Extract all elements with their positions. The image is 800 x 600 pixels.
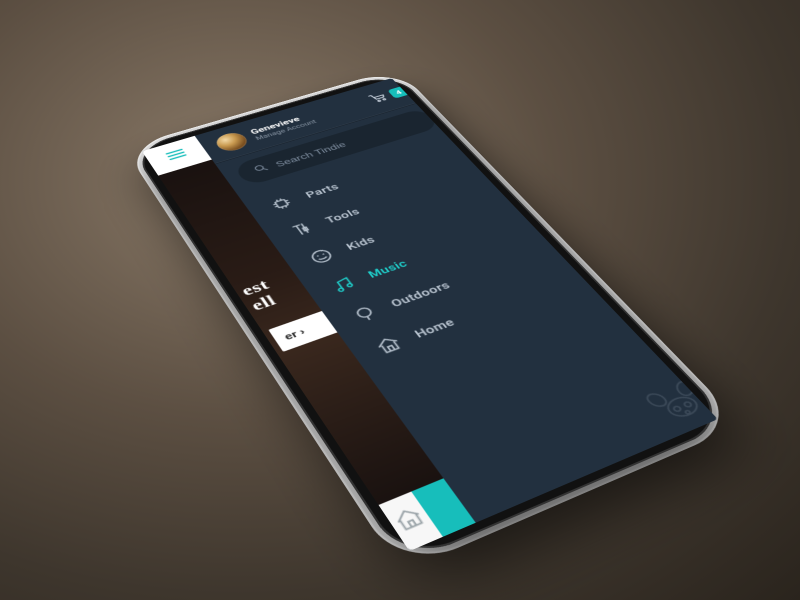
category-label: Parts (303, 181, 341, 200)
hero-cta-label: er › (282, 326, 307, 342)
mascot-icon (639, 376, 718, 433)
music-icon (325, 273, 361, 297)
screen: est ell er › (142, 78, 718, 551)
hero-cta-button[interactable]: er › (268, 310, 339, 351)
avatar[interactable] (212, 130, 251, 154)
search-icon (251, 163, 271, 177)
category-label: Music (365, 258, 410, 281)
category-label: Tools (323, 206, 362, 226)
cart-count-badge: 4 (387, 86, 410, 99)
bottom-nav (379, 478, 476, 551)
cart[interactable]: 4 (366, 85, 411, 106)
hamburger-icon[interactable] (164, 148, 189, 164)
nav-drawer: Genevieve Manage Account 4 (195, 78, 718, 523)
smile-icon (304, 245, 339, 268)
tools-icon (284, 219, 318, 241)
category-label: Home (412, 316, 458, 341)
bottom-tab-home[interactable] (379, 492, 443, 552)
bottom-tab-active[interactable] (411, 478, 475, 536)
chip-icon (265, 193, 299, 214)
phone-frame: est ell er › (131, 72, 734, 564)
category-label: Kids (344, 234, 378, 253)
cart-icon (366, 91, 392, 106)
category-label: Outdoors (388, 279, 453, 310)
tree-icon (347, 302, 384, 327)
house-icon (370, 332, 408, 358)
house-icon (389, 503, 433, 539)
